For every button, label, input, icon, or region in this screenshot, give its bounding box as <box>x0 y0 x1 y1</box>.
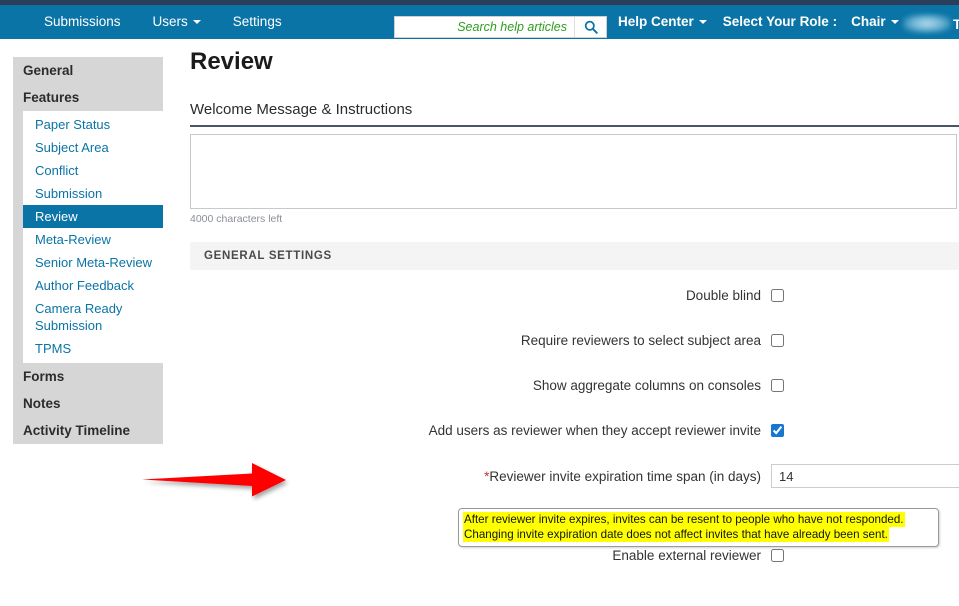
tooltip-line-2: Changing invite expiration date does not… <box>463 527 889 542</box>
role-selector-value: Chair <box>851 14 886 29</box>
sidebar-item-senior-meta-review[interactable]: Senior Meta-Review <box>23 251 163 274</box>
navbar-right-links: Help Center Select Your Role : Chair <box>610 5 907 39</box>
aggregate-columns-label: Show aggregate columns on consoles <box>532 378 761 393</box>
row-require-subject-area: Require reviewers to select subject area <box>190 333 785 348</box>
help-center-label: Help Center <box>618 14 694 29</box>
row-aggregate-columns: Show aggregate columns on consoles <box>190 378 785 393</box>
chevron-down-icon <box>890 19 899 24</box>
double-blind-control <box>771 289 785 302</box>
invite-expiration-tooltip: After reviewer invite expires, invites c… <box>458 508 939 547</box>
search-icon <box>584 20 598 34</box>
sidebar-item-general[interactable]: General <box>13 57 163 84</box>
welcome-message-textarea[interactable] <box>190 134 957 209</box>
sidebar-item-review[interactable]: Review <box>23 205 163 228</box>
sidebar-item-meta-review[interactable]: Meta-Review <box>23 228 163 251</box>
nav-item-settings-label: Settings <box>232 14 282 29</box>
add-users-as-reviewer-label: Add users as reviewer when they accept r… <box>428 423 761 438</box>
double-blind-checkbox[interactable] <box>771 289 784 302</box>
sidebar-item-tpms[interactable]: TPMS <box>23 337 163 360</box>
external-reviewer-checkbox[interactable] <box>771 549 784 562</box>
role-prompt-label: Select Your Role : <box>722 14 838 29</box>
invite-expiration-label-text: Reviewer invite expiration time span (in… <box>489 468 761 484</box>
add-users-as-reviewer-checkbox[interactable] <box>771 424 784 437</box>
invite-expiration-control <box>771 464 959 488</box>
sidebar-item-features[interactable]: Features <box>13 84 163 111</box>
main-content: Review Welcome Message & Instructions 40… <box>190 45 959 563</box>
sidebar-item-activity-timeline[interactable]: Activity Timeline <box>13 417 163 444</box>
chevron-down-icon <box>698 19 707 24</box>
tooltip-line-1: After reviewer invite expires, invites c… <box>463 512 905 527</box>
redacted-user-badge <box>903 14 951 33</box>
invite-expiration-label: *Reviewer invite expiration time span (i… <box>190 469 771 484</box>
chevron-down-icon <box>192 19 201 24</box>
sidebar-item-submission[interactable]: Submission <box>23 182 163 205</box>
aggregate-columns-control <box>771 379 785 392</box>
require-subject-area-checkbox[interactable] <box>771 334 784 347</box>
invite-expiration-input[interactable] <box>771 464 959 488</box>
search-button[interactable] <box>574 17 606 37</box>
search-input[interactable] <box>395 17 574 37</box>
external-reviewer-label: Enable external reviewer <box>612 548 761 563</box>
row-add-users-as-reviewer: Add users as reviewer when they accept r… <box>190 423 785 438</box>
main-navbar: Submissions Users Settings Help Center S… <box>0 5 959 39</box>
settings-sidebar: General Features Paper Status Subject Ar… <box>13 57 163 444</box>
nav-item-settings[interactable]: Settings <box>217 5 298 39</box>
nav-item-submissions-label: Submissions <box>44 14 121 29</box>
nav-item-users-label: Users <box>152 14 188 29</box>
redacted-trailing-label: T <box>953 17 959 32</box>
sidebar-feature-list: Paper Status Subject Area Conflict Submi… <box>23 111 163 363</box>
sidebar-item-subject-area[interactable]: Subject Area <box>23 136 163 159</box>
sidebar-item-conflict[interactable]: Conflict <box>23 159 163 182</box>
require-subject-area-label: Require reviewers to select subject area <box>520 333 761 348</box>
navbar-left-links: Submissions Users Settings <box>28 5 298 39</box>
external-reviewer-control <box>771 549 785 562</box>
row-double-blind: Double blind <box>190 288 785 303</box>
nav-item-users[interactable]: Users <box>137 5 217 39</box>
general-settings-label: GENERAL SETTINGS <box>204 250 332 262</box>
add-users-as-reviewer-control <box>771 424 785 437</box>
help-search-box[interactable] <box>394 16 607 38</box>
row-external-reviewer: Enable external reviewer <box>190 548 785 563</box>
sidebar-item-notes[interactable]: Notes <box>13 390 163 417</box>
row-invite-expiration: *Reviewer invite expiration time span (i… <box>190 464 959 488</box>
sidebar-item-author-feedback[interactable]: Author Feedback <box>23 274 163 297</box>
double-blind-label: Double blind <box>685 288 761 303</box>
general-settings-header: GENERAL SETTINGS <box>190 242 959 270</box>
page-title: Review <box>190 48 273 75</box>
welcome-message-label: Welcome Message & Instructions <box>190 101 959 127</box>
sidebar-item-camera-ready-submission[interactable]: Camera Ready Submission <box>23 297 135 337</box>
nav-item-submissions[interactable]: Submissions <box>28 5 137 39</box>
sidebar-item-paper-status[interactable]: Paper Status <box>23 113 163 136</box>
aggregate-columns-checkbox[interactable] <box>771 379 784 392</box>
role-selector[interactable]: Chair <box>843 5 907 39</box>
character-count-text: 4000 characters left <box>190 213 283 225</box>
sidebar-item-forms[interactable]: Forms <box>13 363 163 390</box>
nav-item-help-center[interactable]: Help Center <box>610 5 715 39</box>
require-subject-area-control <box>771 334 785 347</box>
